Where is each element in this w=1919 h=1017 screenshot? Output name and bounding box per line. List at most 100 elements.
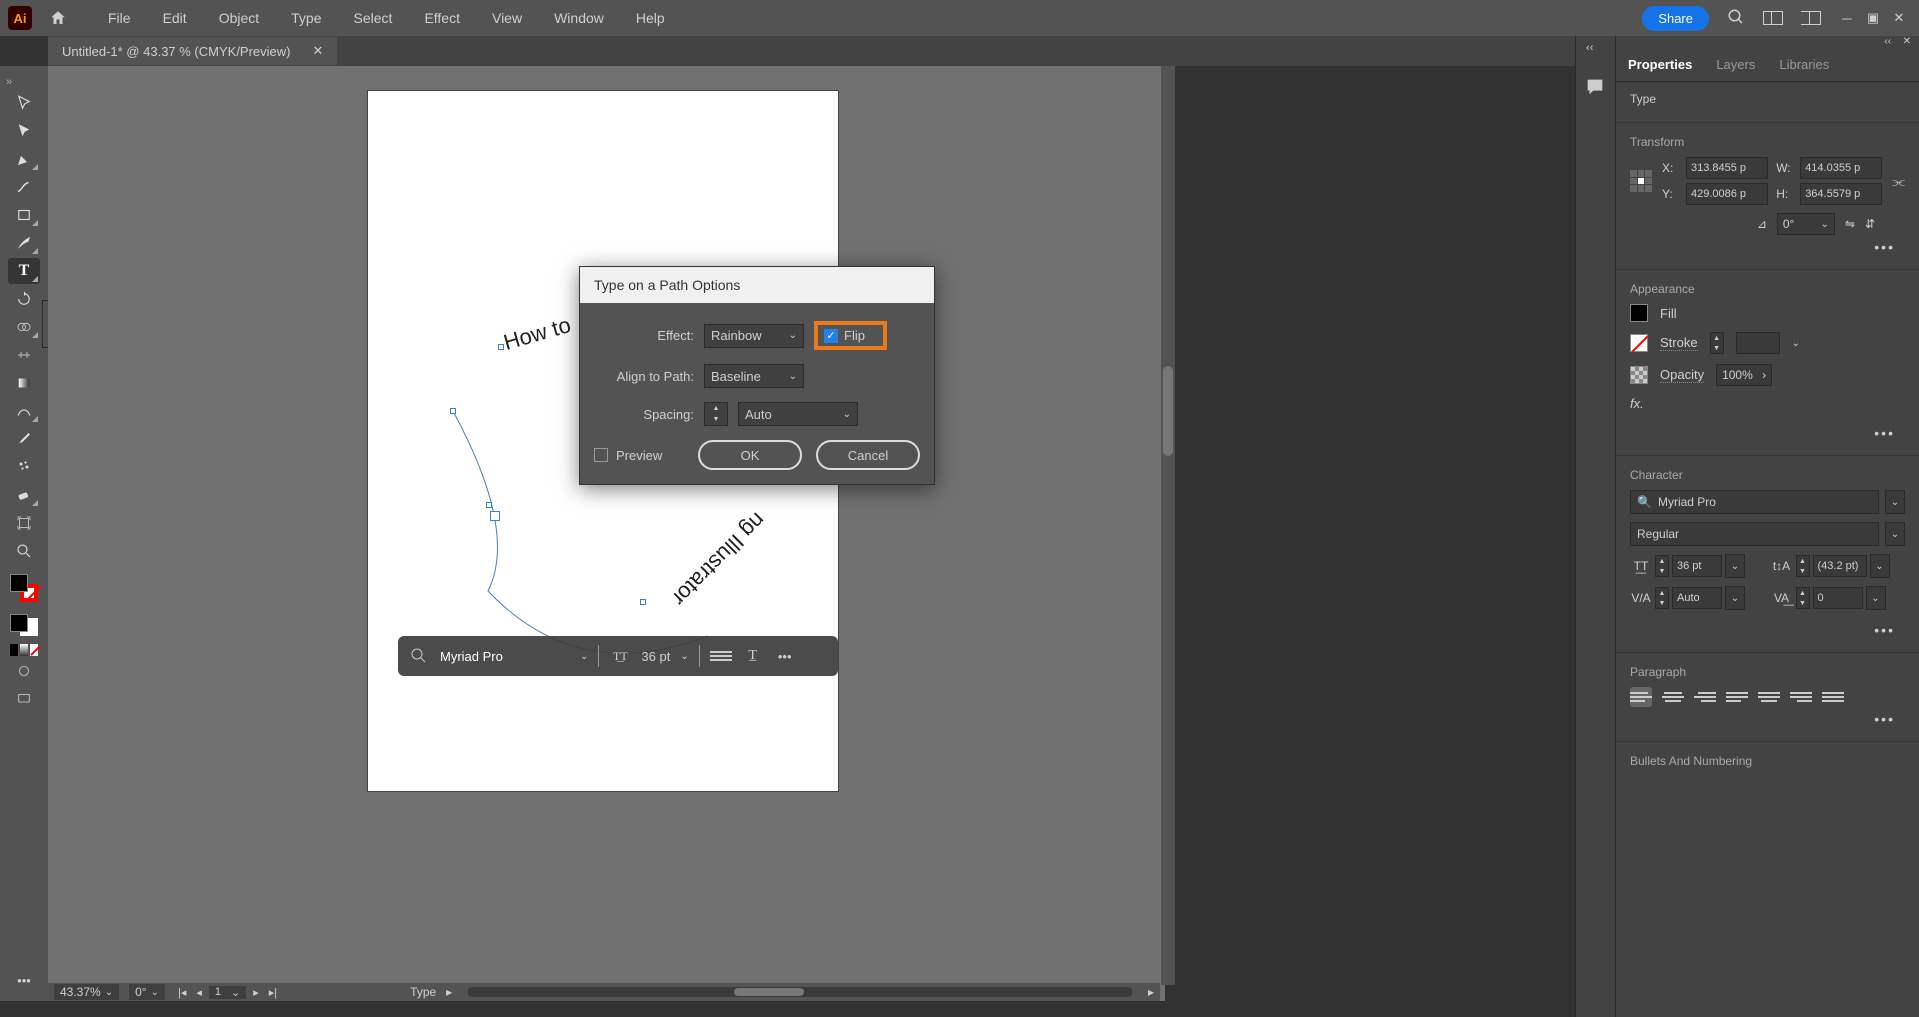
- character-more-icon[interactable]: •••: [1630, 618, 1905, 642]
- document-tab[interactable]: Untitled-1* @ 43.37 % (CMYK/Preview) ✕: [48, 37, 337, 65]
- eyedropper-tool[interactable]: [8, 426, 40, 452]
- size-dropdown-icon[interactable]: ⌄: [1725, 554, 1745, 578]
- character-panel-icon[interactable]: T̲: [742, 645, 764, 667]
- more-options-icon[interactable]: •••: [774, 645, 796, 667]
- comments-icon[interactable]: [1584, 76, 1608, 100]
- anchor-point[interactable]: [498, 344, 504, 350]
- effect-select[interactable]: Rainbow⌄: [704, 324, 804, 348]
- toolbar-collapse-icon[interactable]: »: [6, 76, 12, 88]
- menu-type[interactable]: Type: [277, 4, 335, 32]
- rotate-select[interactable]: 0°⌄: [129, 984, 165, 1000]
- minimize-icon[interactable]: ─: [1839, 10, 1855, 26]
- paintbrush-tool[interactable]: [8, 230, 40, 256]
- tracking-dropdown-icon[interactable]: ⌄: [1866, 586, 1886, 610]
- font-search-icon[interactable]: [408, 645, 430, 667]
- strip-collapse-icon[interactable]: ‹‹: [1586, 42, 1593, 54]
- artboard-tool[interactable]: [8, 510, 40, 536]
- kerning-dropdown-icon[interactable]: ⌄: [1725, 586, 1745, 610]
- tool-hint-icon[interactable]: ▸: [446, 985, 452, 999]
- tracking-stepper[interactable]: ▲▼: [1796, 587, 1810, 609]
- menu-edit[interactable]: Edit: [149, 4, 201, 32]
- justify-left-icon[interactable]: [1726, 687, 1748, 707]
- search-icon[interactable]: [1727, 8, 1745, 29]
- flip-v-icon[interactable]: ⇵: [1865, 217, 1875, 231]
- ok-button[interactable]: OK: [698, 440, 802, 470]
- anchor-point[interactable]: [486, 502, 492, 508]
- opacity-swatch[interactable]: [1630, 366, 1648, 384]
- edit-toolbar-icon[interactable]: •••: [8, 967, 40, 993]
- align-right-icon[interactable]: [1694, 687, 1716, 707]
- arrange-icon[interactable]: [1763, 11, 1783, 25]
- tab-layers[interactable]: Layers: [1704, 57, 1767, 72]
- color-mode-swatch[interactable]: [10, 644, 38, 656]
- leading-input[interactable]: (43.2 pt): [1813, 555, 1867, 577]
- stroke-dropdown-icon[interactable]: ⌄: [1792, 338, 1800, 349]
- close-icon[interactable]: ✕: [1891, 10, 1907, 26]
- menu-view[interactable]: View: [478, 4, 536, 32]
- font-style-select[interactable]: Regular: [1630, 522, 1879, 546]
- canvas-area[interactable]: How to ng Illustrator ⌄ T͟T 36 pt ⌄ T̲ •…: [48, 66, 1165, 1001]
- opacity-input[interactable]: 100%›: [1716, 364, 1772, 386]
- menu-window[interactable]: Window: [540, 4, 618, 32]
- w-input[interactable]: 414.0355 p: [1800, 157, 1882, 179]
- path-text-1[interactable]: How to: [501, 312, 574, 356]
- y-input[interactable]: 429.0086 p: [1686, 183, 1768, 205]
- menu-help[interactable]: Help: [622, 4, 679, 32]
- paragraph-align-icon[interactable]: [710, 645, 732, 667]
- reference-point-grid[interactable]: [1630, 170, 1652, 192]
- preview-checkbox[interactable]: [594, 448, 608, 462]
- pen-tool[interactable]: [8, 146, 40, 172]
- h-input[interactable]: 364.5579 p: [1800, 183, 1882, 205]
- stroke-swatch[interactable]: [1630, 334, 1648, 352]
- menu-select[interactable]: Select: [340, 4, 407, 32]
- curvature-tool[interactable]: [8, 174, 40, 200]
- font-family-input[interactable]: [440, 649, 570, 664]
- font-dropdown-icon[interactable]: ⌄: [580, 651, 588, 662]
- zoom-tool[interactable]: [8, 538, 40, 564]
- default-fill-stroke[interactable]: [8, 612, 40, 638]
- workspace-icon[interactable]: [1801, 11, 1821, 25]
- angle-input[interactable]: 0°⌄: [1777, 213, 1835, 235]
- home-icon[interactable]: [46, 6, 70, 30]
- panel-collapse-icon[interactable]: ‹‹: [1884, 36, 1891, 48]
- link-wh-icon[interactable]: ⫘: [1892, 173, 1905, 190]
- justify-center-icon[interactable]: [1758, 687, 1780, 707]
- leading-stepper[interactable]: ▲▼: [1796, 555, 1810, 577]
- font-size-input[interactable]: 36 pt: [1672, 555, 1722, 577]
- stroke-weight-input[interactable]: [1736, 332, 1780, 354]
- appearance-more-icon[interactable]: •••: [1630, 421, 1905, 445]
- type-tool[interactable]: T: [8, 258, 40, 284]
- zoom-select[interactable]: 43.37%⌄: [54, 984, 119, 1000]
- anchor-point[interactable]: [450, 408, 456, 414]
- stroke-label[interactable]: Stroke: [1660, 335, 1698, 351]
- menu-effect[interactable]: Effect: [410, 4, 474, 32]
- anchor-point[interactable]: [640, 599, 646, 605]
- panel-close-icon[interactable]: ✕: [1903, 36, 1911, 48]
- font-family-select[interactable]: 🔍Myriad Pro: [1630, 490, 1879, 514]
- fx-icon[interactable]: fx.: [1630, 396, 1644, 411]
- stroke-stepper[interactable]: ▲▼: [1710, 332, 1724, 354]
- flip-h-icon[interactable]: ⇋: [1845, 217, 1855, 231]
- menu-object[interactable]: Object: [205, 4, 273, 32]
- kerning-stepper[interactable]: ▲▼: [1655, 587, 1669, 609]
- eraser-tool[interactable]: [8, 482, 40, 508]
- horizontal-scrollbar[interactable]: [468, 987, 1132, 997]
- spacing-stepper[interactable]: ▲▼: [704, 402, 728, 426]
- shaper-tool[interactable]: [8, 398, 40, 424]
- font-size-value[interactable]: 36 pt: [641, 649, 670, 664]
- fill-stroke-indicator[interactable]: [8, 572, 40, 604]
- selection-tool[interactable]: [8, 90, 40, 116]
- tab-properties[interactable]: Properties: [1616, 57, 1704, 72]
- font-family-dropdown-icon[interactable]: ⌄: [1885, 490, 1905, 514]
- flip-checkbox[interactable]: ✓: [824, 329, 838, 343]
- vertical-scrollbar[interactable]: [1161, 66, 1175, 985]
- align-select[interactable]: Baseline⌄: [704, 364, 804, 388]
- menu-file[interactable]: File: [94, 4, 145, 32]
- cancel-button[interactable]: Cancel: [816, 440, 920, 470]
- tracking-input[interactable]: 0: [1813, 587, 1863, 609]
- tab-libraries[interactable]: Libraries: [1767, 57, 1841, 72]
- width-tool[interactable]: [8, 342, 40, 368]
- rectangle-tool[interactable]: [8, 202, 40, 228]
- kerning-input[interactable]: Auto: [1672, 587, 1722, 609]
- gradient-tool[interactable]: [8, 370, 40, 396]
